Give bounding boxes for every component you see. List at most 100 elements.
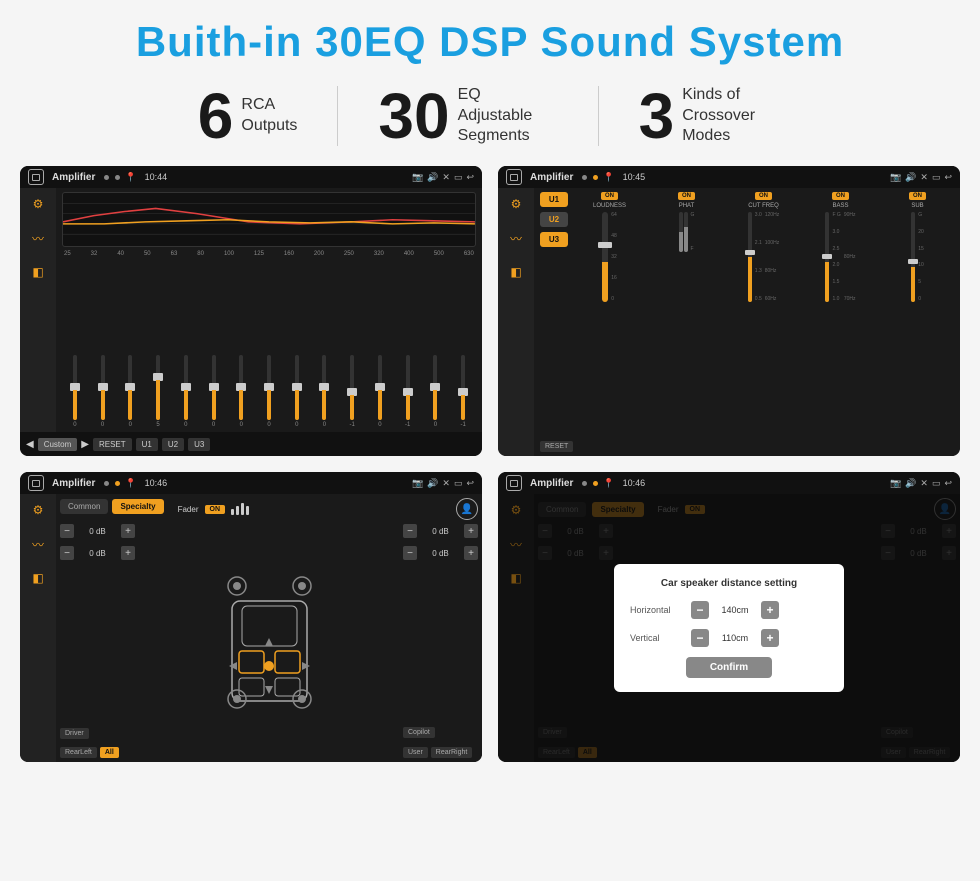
dialog-vertical-minus[interactable]: − bbox=[691, 629, 709, 647]
volume-icon-1: 🔊 bbox=[427, 172, 438, 183]
fader-wave-icon[interactable]: 〰 bbox=[28, 534, 48, 554]
tab-common[interactable]: Common bbox=[60, 499, 108, 514]
amp-preset-u3[interactable]: U3 bbox=[540, 232, 568, 247]
amp-preset-u2[interactable]: U2 bbox=[540, 212, 568, 227]
btn-copilot[interactable]: Copilot bbox=[403, 727, 435, 738]
dialog-horizontal-plus[interactable]: + bbox=[761, 601, 779, 619]
amp-loudness: ON LOUDNESS 644832160 bbox=[573, 192, 646, 452]
fader-db-row-1: − 0 dB + bbox=[60, 524, 135, 538]
eq-track-11[interactable] bbox=[378, 355, 382, 420]
btn-all[interactable]: All bbox=[100, 747, 119, 758]
eq-val-10: -1 bbox=[350, 422, 355, 428]
btn-rearleft[interactable]: RearLeft bbox=[60, 747, 97, 758]
fader-vol-icon[interactable]: ◧ bbox=[28, 568, 48, 588]
fader-filter-icon[interactable]: ⚙ bbox=[28, 500, 48, 520]
eq-u1[interactable]: U1 bbox=[136, 438, 158, 451]
screen-dialog: Amplifier 📍 10:46 📷 🔊 ✕ ▭ ↩ ⚙ 〰 ◧ bbox=[498, 472, 960, 762]
back-icon-3[interactable]: ↩ bbox=[466, 478, 474, 489]
eq-track-7[interactable] bbox=[267, 355, 271, 420]
eq-track-1[interactable] bbox=[101, 355, 105, 420]
fader-sidebar: ⚙ 〰 ◧ bbox=[20, 494, 56, 762]
eq-track-12[interactable] bbox=[406, 355, 410, 420]
cutfreq-on[interactable]: ON bbox=[755, 192, 772, 200]
fader-plus-3[interactable]: + bbox=[464, 524, 478, 538]
fader-on[interactable]: ON bbox=[205, 505, 226, 514]
eq-wave-icon[interactable]: 〰 bbox=[28, 228, 48, 248]
dialog-box: Car speaker distance setting Horizontal … bbox=[614, 564, 844, 692]
eq-screen-body: ⚙ 〰 ◧ bbox=[20, 188, 482, 456]
loudness-thumb[interactable] bbox=[598, 242, 612, 248]
eq-u3[interactable]: U3 bbox=[188, 438, 210, 451]
btn-rearright[interactable]: RearRight bbox=[431, 747, 473, 758]
amp-preset-u1[interactable]: U1 bbox=[540, 192, 568, 207]
amp-wave-icon[interactable]: 〰 bbox=[506, 228, 526, 248]
loudness-slider[interactable] bbox=[602, 212, 608, 302]
fader-bottom-right: Copilot bbox=[403, 721, 478, 739]
eq-track-14[interactable] bbox=[461, 355, 465, 420]
back-icon-1[interactable]: ↩ bbox=[466, 172, 474, 183]
freq-320: 320 bbox=[374, 251, 384, 257]
fader-minus-4[interactable]: − bbox=[403, 546, 417, 560]
fader-plus-1[interactable]: + bbox=[121, 524, 135, 538]
eq-track-10[interactable] bbox=[350, 355, 354, 420]
eq-track-5[interactable] bbox=[212, 355, 216, 420]
eq-u2[interactable]: U2 bbox=[162, 438, 184, 451]
confirm-button[interactable]: Confirm bbox=[686, 657, 772, 678]
eq-prev[interactable]: ◀ bbox=[26, 439, 34, 450]
amp-filter-icon[interactable]: ⚙ bbox=[506, 194, 526, 214]
eq-vol-icon[interactable]: ◧ bbox=[28, 262, 48, 282]
fader-plus-4[interactable]: + bbox=[464, 546, 478, 560]
fader-person-icon[interactable]: 👤 bbox=[456, 498, 478, 520]
fader-minus-3[interactable]: − bbox=[403, 524, 417, 538]
dialog-horizontal-minus[interactable]: − bbox=[691, 601, 709, 619]
fader-main: ⚙ 〰 ◧ Common Specialty Fader ON bbox=[20, 494, 482, 762]
back-icon-4[interactable]: ↩ bbox=[944, 478, 952, 489]
dialog-vertical-plus[interactable]: + bbox=[761, 629, 779, 647]
eq-track-2[interactable] bbox=[128, 355, 132, 420]
bass-label: BASS bbox=[832, 203, 848, 209]
eq-fill-4 bbox=[184, 390, 188, 420]
eq-track-9[interactable] bbox=[322, 355, 326, 420]
eq-track-6[interactable] bbox=[239, 355, 243, 420]
amp-presets: U1 U2 U3 RESET bbox=[540, 192, 568, 452]
eq-slider-0: 0 bbox=[62, 355, 88, 428]
stat-eq-number: 30 bbox=[378, 84, 449, 148]
home-icon-4[interactable] bbox=[506, 475, 522, 491]
home-icon-3[interactable] bbox=[28, 475, 44, 491]
eq-track-8[interactable] bbox=[295, 355, 299, 420]
eq-preset-custom[interactable]: Custom bbox=[38, 438, 78, 451]
eq-track-4[interactable] bbox=[184, 355, 188, 420]
amp-reset[interactable]: RESET bbox=[540, 441, 573, 452]
fader-minus-2[interactable]: − bbox=[60, 546, 74, 560]
tab-specialty[interactable]: Specialty bbox=[112, 499, 163, 514]
eq-slider-6: 0 bbox=[228, 355, 254, 428]
fader-car-center bbox=[139, 524, 399, 758]
fader-tabs: Common Specialty bbox=[60, 499, 164, 514]
eq-fill-14 bbox=[461, 395, 465, 420]
eq-track-3[interactable] bbox=[156, 355, 160, 420]
dialog-vertical-value: 110cm bbox=[715, 633, 755, 643]
camera-icon-2: 📷 bbox=[890, 172, 901, 183]
eq-track-13[interactable] bbox=[433, 355, 437, 420]
btn-user[interactable]: User bbox=[403, 747, 428, 758]
sub-on[interactable]: ON bbox=[909, 192, 926, 200]
fader-plus-2[interactable]: + bbox=[121, 546, 135, 560]
loudness-on[interactable]: ON bbox=[601, 192, 618, 200]
time-3: 10:46 bbox=[145, 478, 168, 488]
freq-50: 50 bbox=[144, 251, 151, 257]
eq-reset[interactable]: RESET bbox=[93, 438, 132, 451]
bass-on[interactable]: ON bbox=[832, 192, 849, 200]
amp-vol-icon[interactable]: ◧ bbox=[506, 262, 526, 282]
btn-driver[interactable]: Driver bbox=[60, 728, 89, 739]
main-title: Buith-in 30EQ DSP Sound System bbox=[136, 18, 844, 66]
fader-bottom-left: Driver bbox=[60, 728, 135, 739]
phat-on[interactable]: ON bbox=[678, 192, 695, 200]
dialog-vertical-label: Vertical bbox=[630, 633, 685, 643]
eq-track-0[interactable] bbox=[73, 355, 77, 420]
eq-filter-icon[interactable]: ⚙ bbox=[28, 194, 48, 214]
home-icon-2[interactable] bbox=[506, 169, 522, 185]
back-icon-2[interactable]: ↩ bbox=[944, 172, 952, 183]
fader-minus-1[interactable]: − bbox=[60, 524, 74, 538]
home-icon-1[interactable] bbox=[28, 169, 44, 185]
eq-next[interactable]: ▶ bbox=[81, 439, 89, 450]
